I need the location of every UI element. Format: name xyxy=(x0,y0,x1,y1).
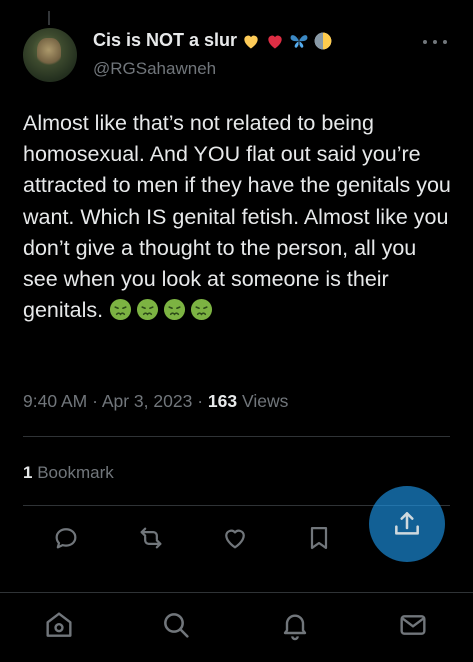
yellow-heart-icon xyxy=(244,35,258,48)
thread-connector-line xyxy=(48,11,50,25)
nauseated-face-icon xyxy=(191,299,213,321)
messages-icon[interactable] xyxy=(397,609,431,643)
avatar[interactable] xyxy=(23,28,77,82)
like-icon[interactable] xyxy=(221,524,251,554)
bookmark-count: 1 xyxy=(23,463,33,482)
butterfly-icon xyxy=(290,34,308,48)
search-icon[interactable] xyxy=(160,609,194,643)
red-heart-icon xyxy=(268,35,282,48)
views-label: Views xyxy=(241,391,289,411)
divider xyxy=(23,436,450,437)
tweet-time[interactable]: 9:40 AM xyxy=(23,391,87,411)
tweet-text-content: Almost like that’s not related to being … xyxy=(23,111,451,323)
display-name[interactable]: Cis is NOT a slur xyxy=(93,30,237,51)
nauseated-face-icon xyxy=(164,299,186,321)
home-icon[interactable] xyxy=(43,609,77,643)
retweet-icon[interactable] xyxy=(137,524,167,554)
reply-icon[interactable] xyxy=(52,524,82,554)
more-options-icon[interactable] xyxy=(423,34,447,50)
bookmark-label: Bookmark xyxy=(37,463,114,482)
half-moon-icon xyxy=(314,32,332,49)
tweet-text: Almost like that’s not related to being … xyxy=(23,108,453,326)
bookmark-count-row[interactable]: 1 Bookmark xyxy=(23,463,114,483)
notifications-icon[interactable] xyxy=(279,609,313,643)
tweet-date[interactable]: Apr 3, 2023 xyxy=(102,391,192,411)
bookmark-icon[interactable] xyxy=(305,524,335,554)
meta-separator: · xyxy=(197,391,204,411)
name-row: Cis is NOT a slur xyxy=(93,30,333,51)
meta-separator: · xyxy=(92,391,98,411)
bottom-nav xyxy=(0,592,473,662)
nauseated-face-icon xyxy=(110,299,132,321)
nauseated-face-icon xyxy=(137,299,159,321)
tweet-header: Cis is NOT a slur @RGSahawneh xyxy=(23,28,453,84)
share-icon[interactable] xyxy=(369,486,445,562)
tweet-meta: 9:40 AM · Apr 3, 2023 · 163 Views xyxy=(23,391,288,412)
views-count: 163 xyxy=(207,391,238,411)
handle[interactable]: @RGSahawneh xyxy=(93,59,216,79)
nauseated-emoji-group xyxy=(109,298,217,322)
